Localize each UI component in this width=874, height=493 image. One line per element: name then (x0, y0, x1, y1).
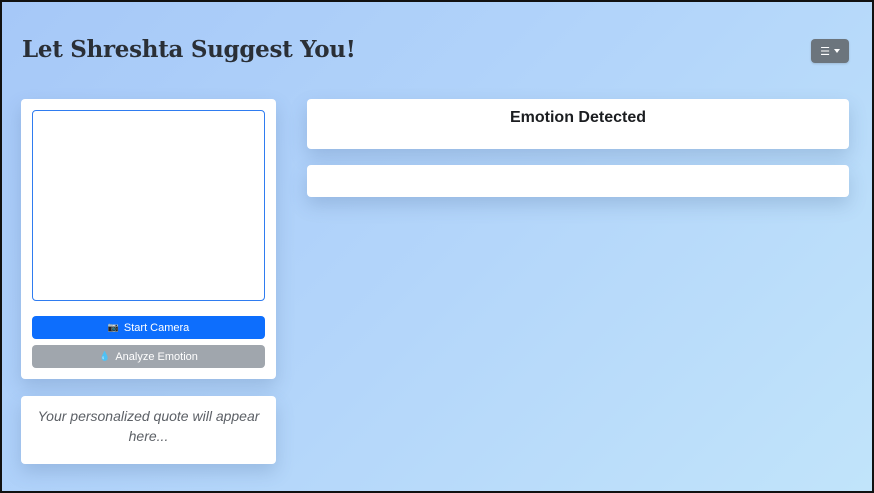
page-title: Let Shreshta Suggest You! (22, 36, 356, 63)
emotion-title: Emotion Detected (509, 109, 646, 126)
menu-dropdown-button[interactable]: ☰ (811, 39, 849, 63)
video-preview (32, 110, 265, 301)
hamburger-icon: ☰ (820, 44, 830, 58)
camera-icon: 📷 (107, 322, 119, 332)
start-camera-label: Start Camera (123, 321, 190, 334)
app-window: Let Shreshta Suggest You! ☰ 📷 Start Came… (0, 0, 874, 493)
quote-placeholder: Your personalized quote will appear here… (37, 408, 260, 444)
analyze-emotion-label: Analyze Emotion (115, 350, 198, 363)
start-camera-button[interactable]: 📷 Start Camera (32, 316, 265, 339)
emotion-result-card (307, 165, 849, 197)
droplet-icon: 💧 (99, 351, 111, 361)
camera-card: 📷 Start Camera 💧 Analyze Emotion (21, 99, 276, 379)
emotion-card: Emotion Detected (307, 99, 849, 149)
quote-card: Your personalized quote will appear here… (21, 396, 276, 464)
caret-down-icon (833, 49, 840, 53)
analyze-emotion-button[interactable]: 💧 Analyze Emotion (32, 345, 265, 368)
